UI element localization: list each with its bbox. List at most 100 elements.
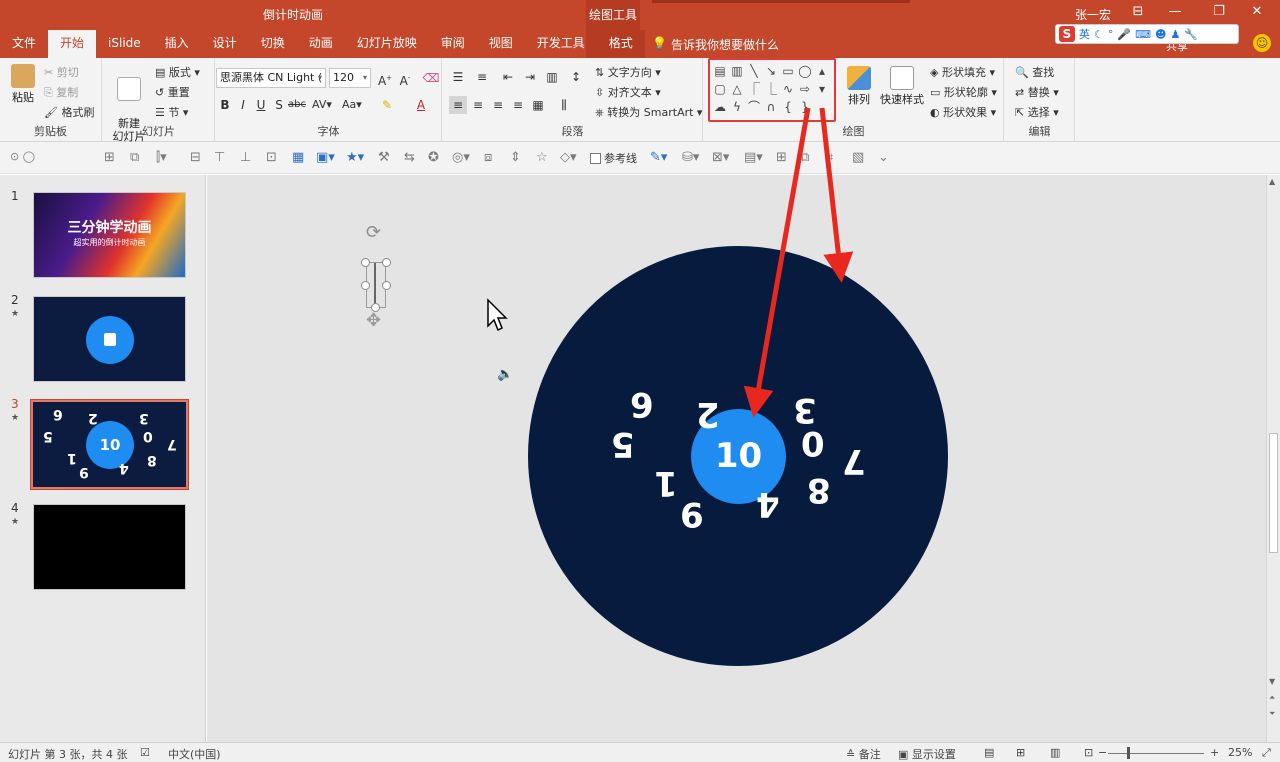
resize-icon[interactable]: ⇕ [510, 150, 521, 165]
dial-digit[interactable]: 2 [696, 394, 720, 434]
wrench-icon[interactable]: 🔧 [1184, 28, 1198, 41]
dial-digit[interactable]: 9 [680, 494, 704, 534]
dial-digit[interactable]: 7 [842, 441, 866, 481]
favorite-icon[interactable]: ☆ [536, 150, 548, 165]
zoom-slider[interactable] [1108, 753, 1204, 754]
align-center-icon[interactable]: ≡ [469, 96, 487, 114]
slideshow-view-icon[interactable]: ⊡ [1084, 746, 1093, 759]
arrow-line-shape-icon[interactable]: ↘ [763, 62, 779, 80]
ime-mode[interactable]: 英 [1079, 26, 1090, 42]
frame-icon[interactable]: ▣▾ [316, 150, 335, 165]
font-family-select[interactable]: 思源黑体 CN Light (▾ [216, 68, 326, 88]
tab-format[interactable]: 格式 [596, 30, 645, 58]
moon-icon[interactable]: ☾ [1094, 28, 1104, 41]
brush-icon[interactable]: ⚒ [378, 150, 390, 165]
text-effects-icon[interactable]: ⊠▾ [712, 150, 729, 165]
scroll-down-icon[interactable]: ▼ [1269, 677, 1275, 686]
gallery-scroll-icon[interactable]: ▾ [814, 80, 830, 98]
align-text-button[interactable]: ⇳ 对齐文本 ▾ [595, 84, 661, 100]
shadow-button[interactable]: S [270, 96, 288, 114]
align-bottom-icon[interactable]: ⊥ [240, 150, 251, 165]
scrollbar-thumb[interactable] [1269, 433, 1278, 553]
zoom-out-icon[interactable]: − [1098, 746, 1107, 759]
minimize-button[interactable]: — [1160, 4, 1190, 19]
move-handle-icon[interactable]: ✥ [366, 310, 381, 331]
user-name[interactable]: 张一宏 [1075, 6, 1111, 23]
curve-shape-icon[interactable]: ∿ [780, 80, 796, 98]
display-settings-button[interactable]: ▣ 显示设置 [898, 746, 956, 762]
tab-view[interactable]: 视图 [477, 30, 525, 58]
rotate-handle-icon[interactable]: ⟳ [366, 222, 381, 243]
tab-design[interactable]: 设计 [201, 30, 249, 58]
shrink-font-icon[interactable]: A- [396, 69, 414, 90]
tab-insert[interactable]: 插入 [153, 30, 201, 58]
ime-toolbar[interactable]: S 英 ☾ ° 🎤 ⌨ ☻ ♟ 🔧 [1055, 24, 1239, 44]
block-arrow-shape-icon[interactable]: ⇨ [797, 80, 813, 98]
user-icon[interactable]: ☻ [1155, 28, 1166, 41]
keyboard-icon[interactable]: ⌨ [1135, 28, 1151, 41]
clear-format-icon[interactable]: ⌫ [422, 69, 440, 87]
feedback-smiley-icon[interactable]: ☺ [1253, 34, 1271, 52]
slide-thumbnail-4[interactable] [33, 504, 186, 590]
vertical-textbox-shape-icon[interactable]: ▥ [729, 62, 745, 80]
distribute-h-icon[interactable]: ⫿▾ [156, 150, 167, 165]
dial-digit[interactable]: 8 [807, 470, 831, 510]
quick-styles-button[interactable]: 快速样式 [878, 66, 926, 106]
reading-view-icon[interactable]: ▥ [1050, 746, 1060, 759]
columns-icon[interactable]: ▥ [543, 68, 561, 86]
tab-transitions[interactable]: 切换 [249, 30, 297, 58]
chart-icon[interactable]: ▦ [292, 150, 304, 165]
table-icon[interactable]: ▤▾ [744, 150, 763, 165]
toggle-switch-icon[interactable]: ⊙ ◯ [10, 150, 35, 163]
slide-thumbnail-1[interactable]: 三分钟学动画 超实用的倒计时动画 [33, 192, 186, 278]
wave-shape-icon[interactable]: ∩ [763, 98, 779, 116]
zoom-level[interactable]: 25% [1228, 746, 1252, 759]
prev-slide-icon[interactable]: ⏶ [1269, 693, 1275, 703]
resize-handle[interactable] [382, 258, 391, 267]
italic-button[interactable]: I [234, 96, 252, 114]
case-button[interactable]: Aa▾ [342, 96, 362, 114]
gallery-expand-icon[interactable]: ⌄ [814, 98, 830, 116]
tab-review[interactable]: 审阅 [429, 30, 477, 58]
lightning-shape-icon[interactable]: ϟ [729, 98, 745, 116]
slide-sorter-icon[interactable]: ⊞ [1016, 746, 1025, 759]
underline-button[interactable]: U [252, 96, 270, 114]
zoom-in-icon[interactable]: + [1210, 746, 1219, 759]
crop-image-icon[interactable]: ⌗ [826, 150, 833, 165]
next-slide-icon[interactable]: ⏷ [1269, 709, 1275, 719]
dial-digit[interactable]: 5 [611, 424, 635, 464]
tell-me-box[interactable]: 💡 告诉我你想要做什么 [652, 36, 779, 53]
tab-file[interactable]: 文件 [0, 30, 48, 58]
layout-icon[interactable]: ⧉ [130, 150, 139, 165]
text-direction-button[interactable]: ⇅ 文字方向 ▾ [595, 64, 661, 80]
bullets-icon[interactable]: ☰ [449, 68, 467, 86]
paste-button[interactable]: 粘贴 [8, 64, 38, 104]
textbox-shape-icon[interactable]: ▤ [712, 62, 728, 80]
select-button[interactable]: ⇱ 选择 ▾ [1015, 104, 1059, 120]
shape-format-icon[interactable]: ◇▾ [560, 150, 577, 165]
elbow-arrow-shape-icon[interactable]: ⎿ [763, 80, 779, 98]
font-size-select[interactable]: 120 ▾ [329, 68, 371, 88]
find-button[interactable]: 🔍 查找 [1015, 64, 1054, 80]
tab-animations[interactable]: 动画 [297, 30, 345, 58]
resize-handle[interactable] [361, 281, 370, 290]
speaker-icon[interactable]: 🔈 [497, 367, 513, 382]
tab-developer[interactable]: 开发工具 [525, 30, 597, 58]
group-icon[interactable]: ⧉ [800, 150, 809, 165]
distribute-icon[interactable]: ▦ [529, 96, 547, 114]
rectangle-shape-icon[interactable]: ▭ [780, 62, 796, 80]
reset-button[interactable]: ↺ 重置 [155, 84, 190, 100]
elbow-connector-shape-icon[interactable]: ⎾ [746, 80, 762, 98]
numbering-icon[interactable]: ≡ [473, 68, 491, 86]
more-commands-icon[interactable]: ⌄ [878, 150, 889, 165]
smartart-button[interactable]: ⎈ 转换为 SmartArt ▾ [595, 104, 702, 120]
align-middle-icon[interactable]: ⊟ [190, 150, 201, 165]
resize-handle[interactable] [382, 281, 391, 290]
fill-color-icon[interactable]: ⛁▾ [682, 150, 699, 165]
arrange-button[interactable]: 排列 [844, 66, 874, 106]
shape-effects-button[interactable]: ◐ 形状效果 ▾ [930, 104, 996, 120]
zoom-slider-knob[interactable] [1127, 747, 1130, 759]
guides-checkbox[interactable]: 参考线 [590, 150, 637, 166]
dial-digit[interactable]: 6 [630, 384, 654, 424]
microphone-icon[interactable]: 🎤 [1117, 28, 1131, 41]
